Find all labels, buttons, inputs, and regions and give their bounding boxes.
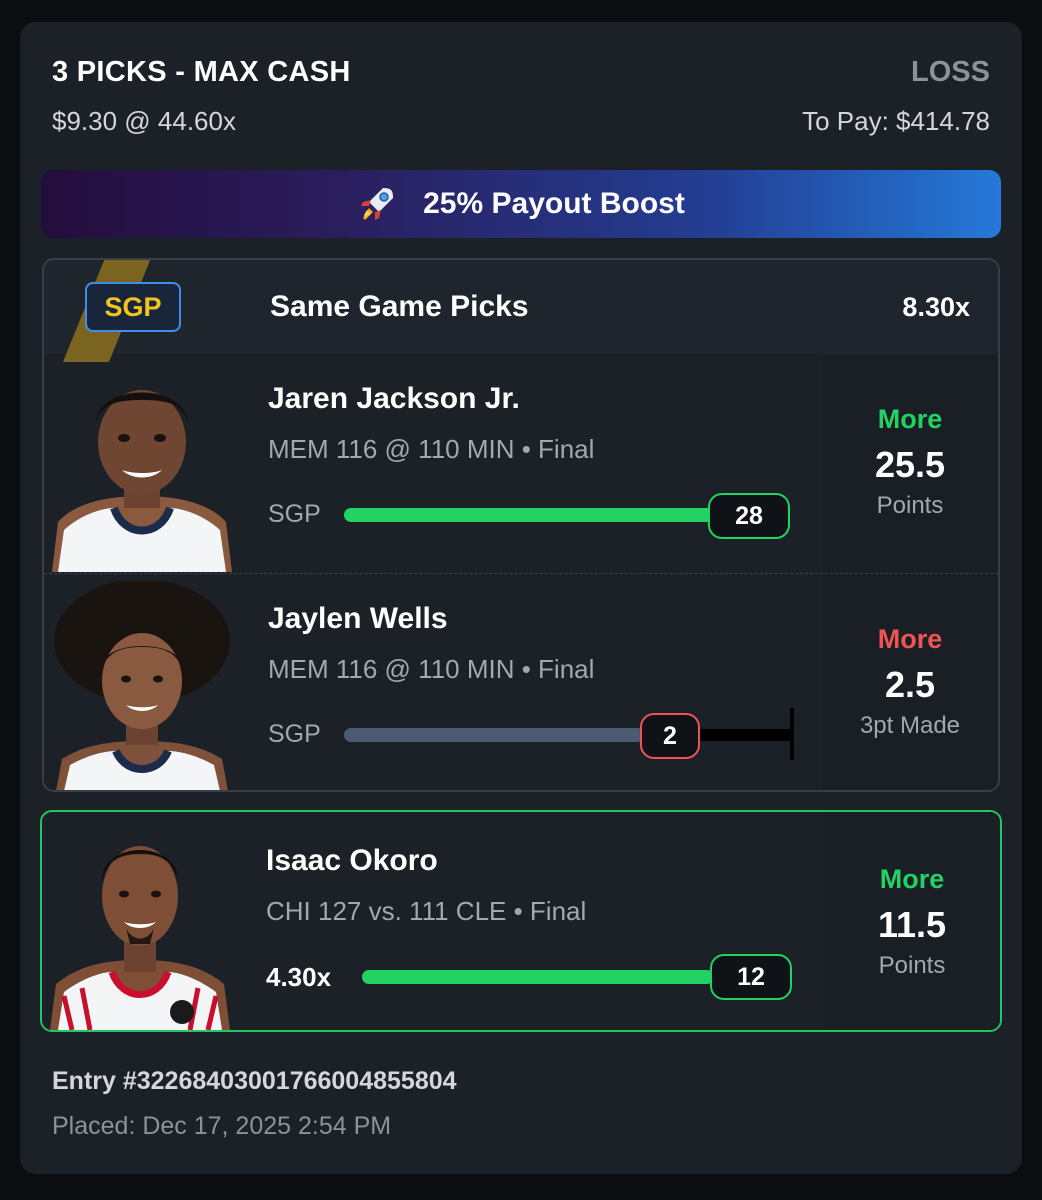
player-avatar — [42, 816, 238, 1030]
rocket-icon — [361, 188, 394, 220]
direction-label: More — [877, 624, 943, 654]
pick-line-panel: More 25.5 Points — [822, 354, 998, 572]
line-value: 11.5 — [877, 904, 947, 945]
target-marker — [790, 708, 794, 760]
pick-row[interactable]: Jaylen Wells MEM 116 @ 110 MIN • Final S… — [44, 573, 998, 790]
pick-tag: SGP — [268, 720, 321, 748]
pick-row[interactable]: Jaren Jackson Jr. MEM 116 @ 110 MIN • Fi… — [44, 354, 998, 572]
pick-line-panel: More 2.5 3pt Made — [822, 574, 998, 790]
single-pick-card[interactable]: Isaac Okoro CHI 127 vs. 111 CLE • Final … — [40, 810, 1002, 1032]
actual-stat-pill: 2 — [640, 713, 700, 759]
status-badge: LOSS — [911, 56, 990, 88]
progress-bar — [344, 728, 644, 742]
pick-tag: SGP — [268, 500, 321, 528]
player-name: Jaren Jackson Jr. — [268, 382, 520, 415]
sgp-header: SGP Same Game Picks 8.30x — [44, 260, 998, 380]
boost-label: 25% Payout Boost — [423, 187, 685, 220]
game-info: CHI 127 vs. 111 CLE • Final — [266, 896, 587, 926]
player-name: Jaylen Wells — [268, 602, 448, 635]
player-avatar — [44, 581, 240, 790]
player-name: Isaac Okoro — [266, 844, 438, 877]
wager-amount: $9.30 @ 44.60x — [52, 106, 236, 136]
entry-card: 3 PICKS - MAX CASH LOSS $9.30 @ 44.60x T… — [20, 22, 1022, 1174]
sgp-badge: SGP — [85, 282, 181, 332]
stat-type: Points — [876, 492, 944, 519]
pick-multiplier: 4.30x — [266, 962, 332, 992]
progress-bar — [344, 508, 714, 522]
sgp-title: Same Game Picks — [270, 290, 529, 323]
actual-stat-pill: 12 — [710, 954, 792, 1000]
placed-timestamp: Placed: Dec 17, 2025 2:54 PM — [52, 1112, 392, 1140]
actual-stat-pill: 28 — [708, 493, 790, 539]
pick-line-panel: More 11.5 Points — [824, 812, 1000, 1030]
game-info: MEM 116 @ 110 MIN • Final — [268, 434, 595, 464]
payout-boost-banner: 25% Payout Boost — [41, 170, 1001, 238]
same-game-picks-group[interactable]: SGP Same Game Picks 8.30x Jaren Jackson … — [42, 258, 1000, 792]
entry-title: 3 PICKS - MAX CASH — [52, 56, 351, 88]
direction-label: More — [879, 864, 945, 894]
line-value: 25.5 — [874, 444, 946, 485]
game-info: MEM 116 @ 110 MIN • Final — [268, 654, 595, 684]
entry-id: Entry #3226840300176600485580​4 — [52, 1067, 457, 1095]
to-pay-amount: To Pay: $414.78 — [802, 106, 990, 136]
stat-type: Points — [878, 952, 946, 979]
stat-type: 3pt Made — [859, 712, 961, 739]
progress-bar — [362, 970, 714, 984]
direction-label: More — [877, 404, 943, 434]
progress-remaining — [694, 729, 794, 741]
sgp-multiplier: 8.30x — [902, 292, 970, 322]
player-avatar — [44, 362, 240, 572]
line-value: 2.5 — [884, 664, 936, 705]
